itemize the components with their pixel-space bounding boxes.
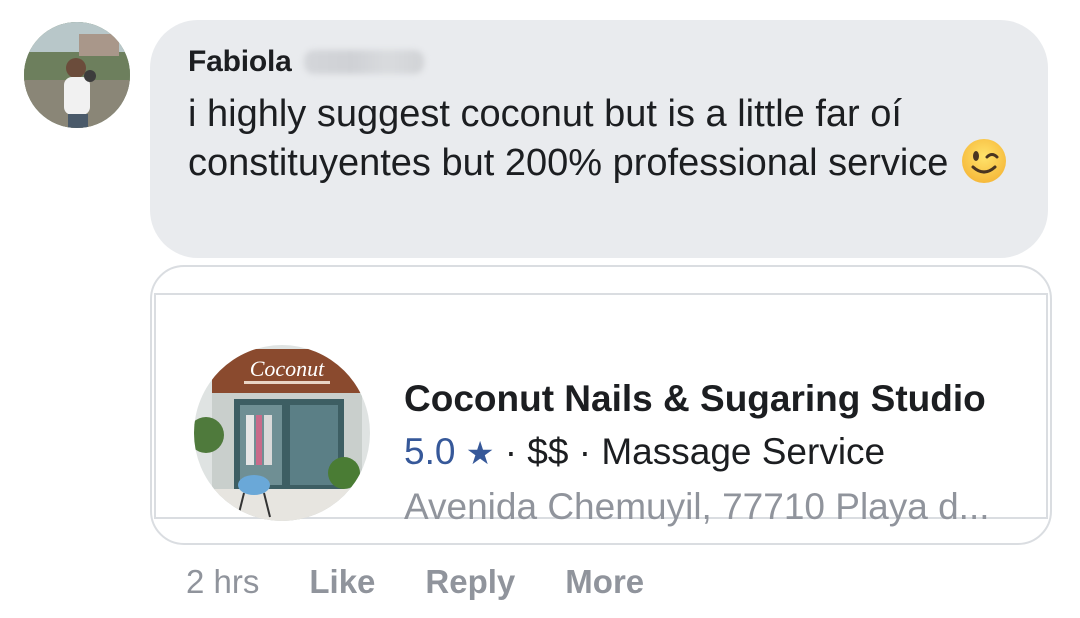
winking-face-emoji-icon: [962, 138, 1007, 183]
redacted-last-name: [303, 50, 424, 74]
avatar[interactable]: [24, 22, 130, 128]
comment-timestamp[interactable]: 2 hrs: [186, 563, 259, 601]
place-meta: 5.0 ★ · $$ · Massage Service: [404, 425, 1044, 480]
store-sign-text: Coconut: [250, 356, 325, 381]
comment-body: i highly suggest coconut but is a little…: [188, 90, 1018, 188]
place-title[interactable]: Coconut Nails & Sugaring Studio: [404, 373, 1044, 425]
place-price: $$: [527, 431, 569, 472]
comment-bubble: Fabiola i highly suggest coconut but is …: [150, 20, 1048, 258]
author-name[interactable]: Fabiola: [188, 45, 292, 79]
author-row: Fabiola: [188, 42, 424, 82]
comment-view: Fabiola i highly suggest coconut but is …: [0, 0, 1080, 618]
place-address: Avenida Chemuyil, 77710 Playa d...: [404, 486, 990, 527]
storefront-photo: Coconut: [194, 345, 370, 521]
place-photo[interactable]: Coconut: [194, 345, 370, 521]
comment-text: i highly suggest coconut but is a little…: [188, 93, 949, 184]
reply-button[interactable]: Reply: [425, 563, 515, 601]
star-icon: ★: [465, 435, 495, 471]
like-button[interactable]: Like: [309, 563, 375, 601]
place-rating: 5.0: [404, 431, 456, 472]
meta-separator: ·: [504, 431, 518, 472]
place-category: Massage Service: [601, 431, 886, 472]
comment-actions: 2 hrs Like Reply More: [186, 560, 644, 604]
link-preview-content: Coconut Coconut Nails & Sugaring Studio …: [154, 293, 1048, 527]
link-preview-card[interactable]: Coconut Coconut Nails & Sugaring Studio …: [150, 265, 1052, 545]
meta-separator: ·: [578, 431, 592, 472]
avatar-photo: [24, 22, 130, 128]
more-button[interactable]: More: [565, 563, 644, 601]
place-info: Coconut Nails & Sugaring Studio 5.0 ★ · …: [404, 373, 1044, 534]
